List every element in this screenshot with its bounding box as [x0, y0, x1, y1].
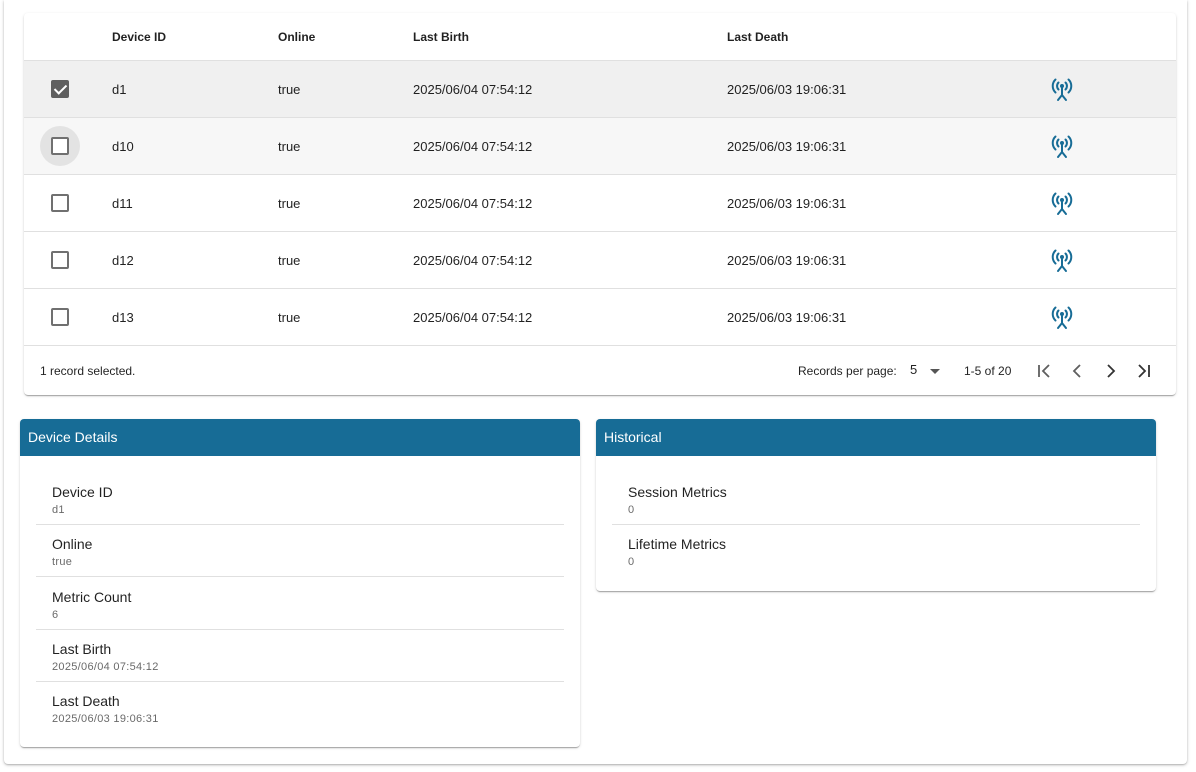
- column-header-online[interactable]: Online: [278, 30, 315, 44]
- list-item-value: d1: [52, 504, 65, 516]
- list-item-label: Last Birth: [52, 641, 112, 657]
- list-item-value: true: [52, 556, 73, 568]
- list-item-label: Lifetime Metrics: [628, 536, 727, 552]
- cell-device-id: d10: [112, 139, 134, 154]
- cell-last-birth: 2025/06/04 07:54:12: [413, 139, 533, 154]
- cell-online: true: [278, 82, 301, 97]
- list-item-value: 6: [52, 609, 59, 621]
- historical-title: Historical: [596, 419, 1156, 456]
- table-row[interactable]: d13 true 2025/06/04 07:54:12 2025/06/03 …: [24, 289, 1176, 346]
- row-checkbox[interactable]: [40, 69, 80, 109]
- historical-panel: Historical Session Metrics 0 Lifetime Me…: [596, 419, 1156, 591]
- cell-device-id: d11: [112, 196, 133, 211]
- cell-last-death: 2025/06/03 19:06:31: [727, 139, 847, 154]
- cell-last-birth: 2025/06/04 07:54:12: [413, 82, 533, 97]
- row-checkbox[interactable]: [40, 183, 80, 223]
- column-header-device-id[interactable]: Device ID: [112, 30, 166, 44]
- table-header: Device ID Online Last Birth Last Death: [24, 13, 1176, 61]
- cell-last-birth: 2025/06/04 07:54:12: [413, 196, 533, 211]
- devices-table: Device ID Online Last Birth Last Death d…: [24, 13, 1176, 395]
- table-row[interactable]: d1 true 2025/06/04 07:54:12 2025/06/03 1…: [24, 61, 1176, 118]
- list-item-label: Device ID: [52, 484, 113, 500]
- cell-online: true: [278, 310, 301, 325]
- list-item-value: 2025/06/04 07:54:12: [52, 661, 159, 673]
- chevron-down-icon: [930, 369, 940, 374]
- records-per-page-select[interactable]: 5: [904, 356, 944, 384]
- cell-device-id: d12: [112, 253, 134, 268]
- antenna-icon[interactable]: [1048, 303, 1076, 331]
- list-item: Last Death 2025/06/03 19:06:31: [36, 681, 564, 733]
- selection-status: 1 record selected.: [40, 364, 136, 378]
- previous-page-icon[interactable]: [1065, 359, 1089, 383]
- antenna-icon[interactable]: [1048, 132, 1076, 160]
- cell-last-death: 2025/06/03 19:06:31: [727, 196, 847, 211]
- cell-last-birth: 2025/06/04 07:54:12: [413, 310, 533, 325]
- list-item: Metric Count 6: [36, 577, 564, 630]
- list-item: Device ID d1: [36, 472, 564, 525]
- next-page-icon[interactable]: [1099, 359, 1123, 383]
- list-item-label: Session Metrics: [628, 484, 727, 500]
- device-details-list: Device ID d1 Online true Metric Count 6 …: [20, 456, 580, 747]
- list-item-label: Online: [52, 536, 93, 552]
- checkbox-checked-icon: [51, 80, 69, 98]
- row-checkbox[interactable]: [40, 126, 80, 166]
- antenna-icon[interactable]: [1048, 75, 1076, 103]
- list-item: Lifetime Metrics 0: [612, 524, 1140, 576]
- cell-device-id: d13: [112, 310, 134, 325]
- cell-online: true: [278, 139, 301, 154]
- list-item: Session Metrics 0: [612, 472, 1140, 525]
- table-footer: 1 record selected. Records per page: 5 1…: [24, 346, 1176, 395]
- table-row[interactable]: d12 true 2025/06/04 07:54:12 2025/06/03 …: [24, 232, 1176, 289]
- cell-last-birth: 2025/06/04 07:54:12: [413, 253, 533, 268]
- device-details-title: Device Details: [20, 419, 580, 456]
- antenna-icon[interactable]: [1048, 246, 1076, 274]
- antenna-icon[interactable]: [1048, 189, 1076, 217]
- cell-last-death: 2025/06/03 19:06:31: [727, 310, 847, 325]
- checkbox-unchecked-icon: [51, 251, 69, 269]
- table-row[interactable]: d10 true 2025/06/04 07:54:12 2025/06/03 …: [24, 118, 1176, 175]
- cell-last-death: 2025/06/03 19:06:31: [727, 253, 847, 268]
- pagination-range: 1-5 of 20: [964, 364, 1012, 378]
- list-item-value: 0: [628, 556, 635, 568]
- column-header-last-death[interactable]: Last Death: [727, 30, 788, 44]
- records-per-page-label: Records per page:: [798, 364, 897, 378]
- records-per-page-value: 5: [910, 362, 918, 377]
- checkbox-unchecked-icon: [51, 194, 69, 212]
- page-container: Device ID Online Last Birth Last Death d…: [4, 0, 1187, 764]
- list-item-value: 0: [628, 504, 635, 516]
- checkbox-unchecked-icon: [51, 137, 69, 155]
- table-row[interactable]: d11 true 2025/06/04 07:54:12 2025/06/03 …: [24, 175, 1176, 232]
- list-item: Last Birth 2025/06/04 07:54:12: [36, 629, 564, 682]
- column-header-last-birth[interactable]: Last Birth: [413, 30, 469, 44]
- list-item-label: Metric Count: [52, 589, 132, 605]
- cell-online: true: [278, 196, 301, 211]
- device-details-panel: Device Details Device ID d1 Online true …: [20, 419, 580, 747]
- checkbox-unchecked-icon: [51, 308, 69, 326]
- row-checkbox[interactable]: [40, 240, 80, 280]
- cell-online: true: [278, 253, 301, 268]
- first-page-icon[interactable]: [1032, 359, 1056, 383]
- list-item-value: 2025/06/03 19:06:31: [52, 713, 159, 725]
- cell-last-death: 2025/06/03 19:06:31: [727, 82, 847, 97]
- historical-list: Session Metrics 0 Lifetime Metrics 0: [596, 456, 1156, 591]
- last-page-icon[interactable]: [1132, 359, 1156, 383]
- cell-device-id: d1: [112, 82, 127, 97]
- row-checkbox[interactable]: [40, 297, 80, 337]
- list-item: Online true: [36, 524, 564, 577]
- list-item-label: Last Death: [52, 693, 120, 709]
